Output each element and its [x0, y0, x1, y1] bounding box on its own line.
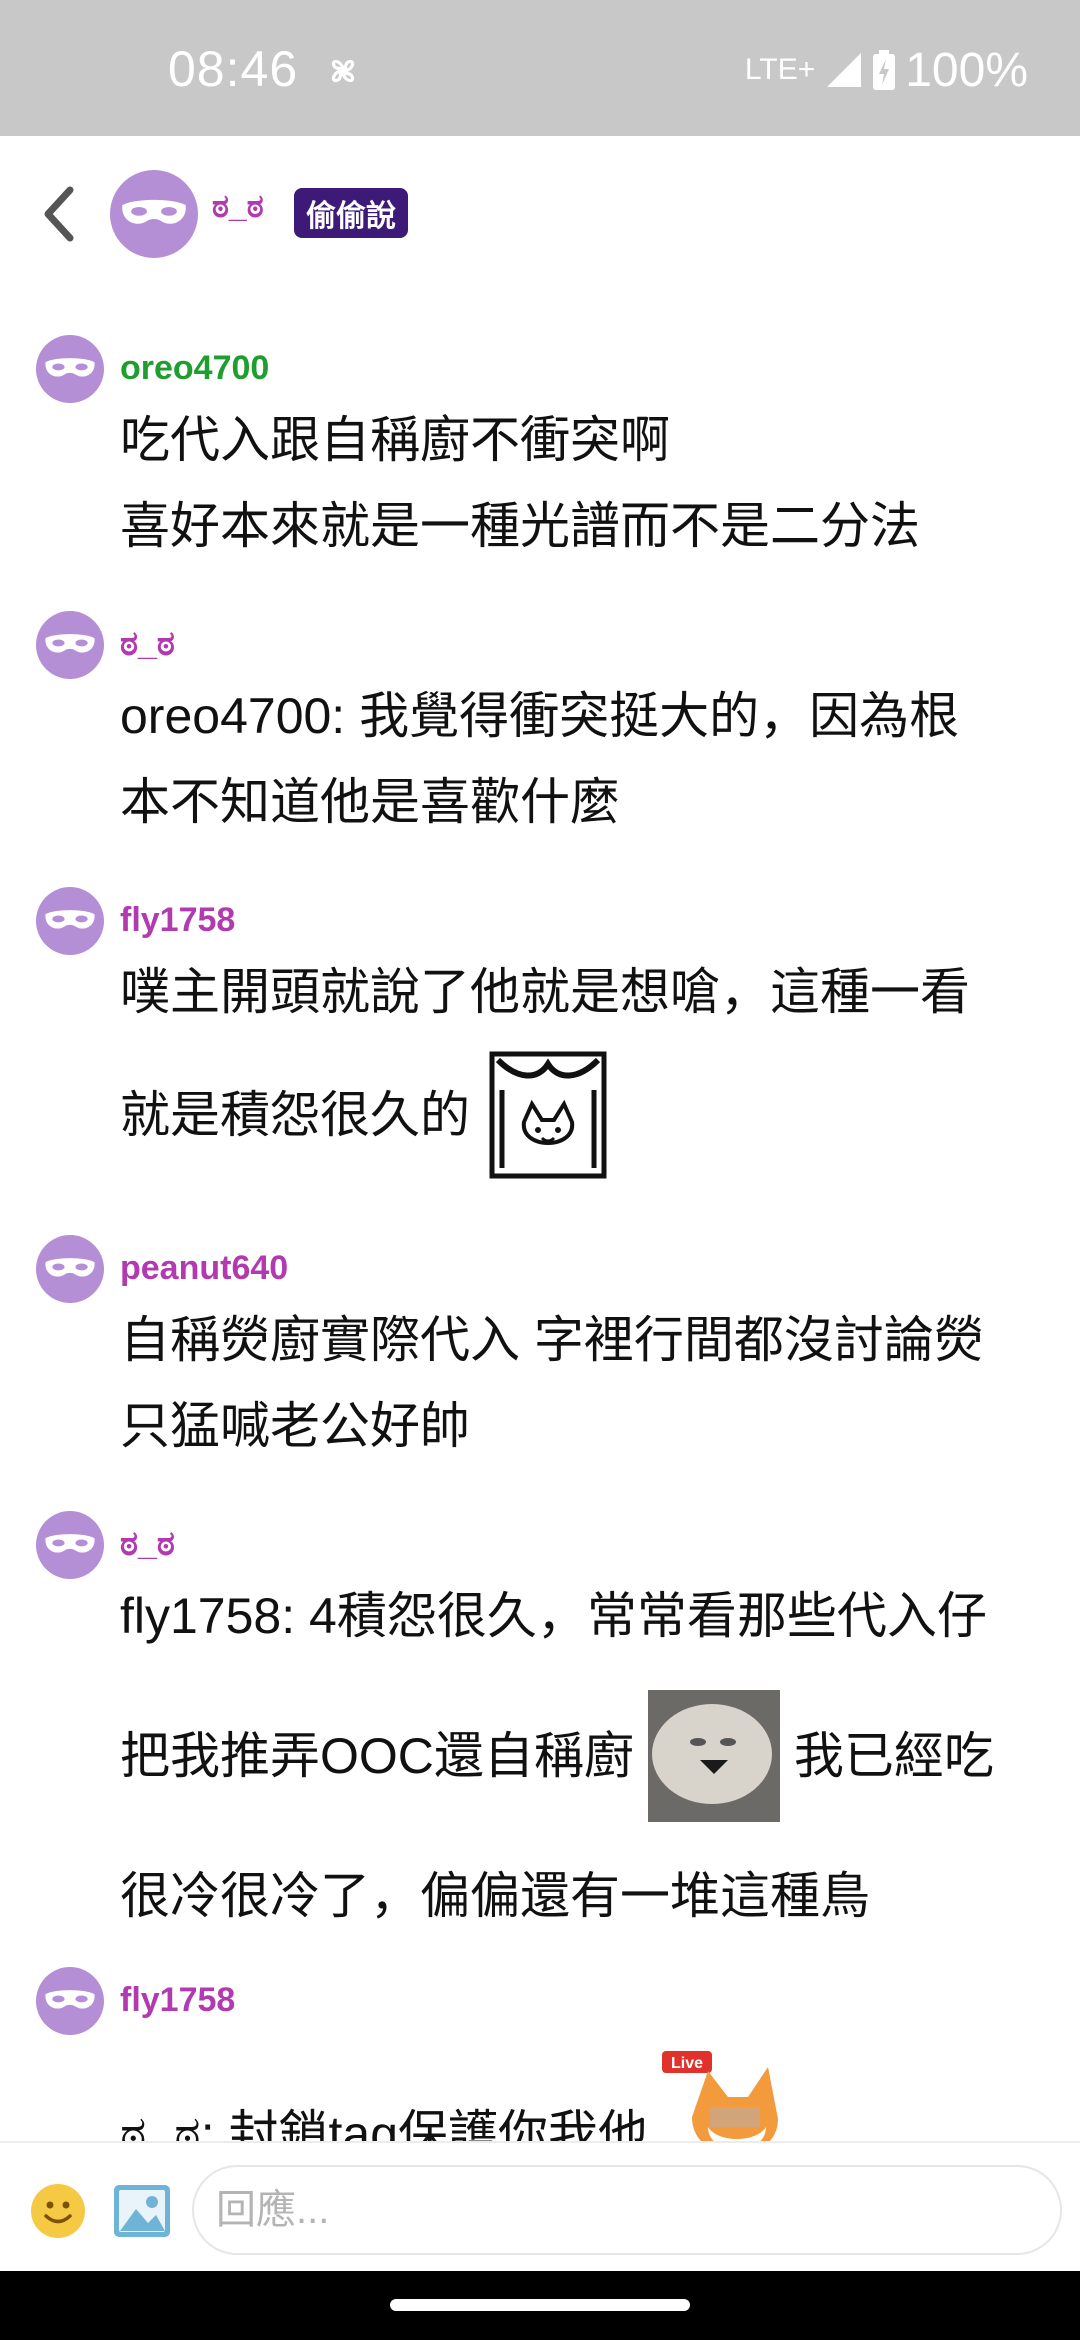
- response-line: 把我推弄OOC還自稱廚: [120, 1728, 634, 1784]
- response-text: ಠ_ಠ: 封鎖tag保護你我他 Live: [120, 2047, 1050, 2141]
- response-feed[interactable]: oreo4700 吃代入跟自稱廚不衝突啊 喜好本來就是一種光譜而不是二分法 ಠ_…: [0, 291, 1080, 2141]
- battery-icon: [873, 50, 896, 90]
- live-label: Live: [671, 2055, 703, 2072]
- response-line: 很冷很冷了，偏偏還有一堆這種鳥: [120, 1868, 870, 1924]
- bird-photo-sticker-icon[interactable]: [647, 1690, 780, 1822]
- response-line-with-sticker: 就是積怨很久的: [120, 1035, 1050, 1195]
- fox-live-sticker-icon[interactable]: Live: [662, 2047, 792, 2141]
- status-bar: 08:46 LTE+ 100%: [0, 0, 1080, 136]
- response-item: ಠ_ಠ oreo4700: 我覺得衝突挺大的，因為根 本不知道他是喜歡什麼: [0, 611, 1080, 851]
- emoji-icon[interactable]: [30, 2183, 86, 2239]
- response-text: 自稱熒廚實際代入 字裡行間都沒討論熒 只猛喊老公好帥: [120, 1297, 1050, 1469]
- response-line: fly1758: 4積怨很久，常常看那些代入仔: [120, 1588, 987, 1644]
- mask-avatar-icon: [36, 1511, 104, 1579]
- chevron-left-icon: [44, 186, 74, 242]
- response-username[interactable]: fly1758: [120, 1981, 235, 2020]
- response-username[interactable]: ಠ_ಠ: [120, 1525, 175, 1564]
- response-item: fly1758 噗主開頭就說了他就是想嗆，這種一看 就是積怨很久的: [0, 887, 1080, 1217]
- home-gesture-handle[interactable]: [390, 2299, 690, 2311]
- response-line-with-sticker: 把我推弄OOC還自稱廚 我已經吃: [120, 1659, 1050, 1853]
- chat-header: ಠ_ಠ 偷偷說: [0, 136, 1080, 291]
- response-item: oreo4700 吃代入跟自稱廚不衝突啊 喜好本來就是一種光譜而不是二分法: [0, 335, 1080, 575]
- response-text: oreo4700: 我覺得衝突挺大的，因為根 本不知道他是喜歡什麼: [120, 673, 1050, 845]
- response-line: 我已經吃: [793, 1728, 994, 1784]
- anonymous-badge: 偷偷說: [294, 188, 408, 238]
- response-text: 噗主開頭就說了他就是想嗆，這種一看 就是積怨很久的: [120, 949, 1050, 1195]
- image-upload-icon[interactable]: [112, 2183, 172, 2239]
- mask-avatar-icon: [36, 887, 104, 955]
- battery-percent: 100%: [905, 43, 1028, 97]
- mask-avatar-icon: [36, 1967, 104, 2035]
- mask-avatar-icon: [36, 1235, 104, 1303]
- response-username[interactable]: fly1758: [120, 901, 235, 940]
- navigation-bar: [0, 2271, 1080, 2340]
- response-username[interactable]: peanut640: [120, 1249, 288, 1288]
- response-line: ಠ_ಠ: 封鎖tag保護你我他: [120, 2106, 648, 2141]
- response-line: 喜好本來就是一種光譜而不是二分法: [120, 498, 920, 554]
- reply-input[interactable]: [192, 2165, 1062, 2255]
- response-username[interactable]: ಠ_ಠ: [120, 625, 175, 664]
- response-line: 本不知道他是喜歡什麼: [120, 774, 620, 830]
- response-item: fly1758 ಠ_ಠ: 封鎖tag保護你我他 Live: [0, 1967, 1080, 2141]
- response-line-with-sticker: ಠ_ಠ: 封鎖tag保護你我他 Live: [120, 2047, 1050, 2141]
- response-item: ಠ_ಠ fly1758: 4積怨很久，常常看那些代入仔 把我推弄OOC還自稱廚 …: [0, 1511, 1080, 1971]
- mask-avatar-icon: [36, 335, 104, 403]
- response-item: peanut640 自稱熒廚實際代入 字裡行間都沒討論熒 只猛喊老公好帥: [0, 1235, 1080, 1475]
- reply-bar: [0, 2141, 1080, 2271]
- response-line: 只猛喊老公好帥: [120, 1398, 470, 1454]
- header-username[interactable]: ಠ_ಠ: [212, 188, 264, 226]
- response-line: 自稱熒廚實際代入 字裡行間都沒討論熒: [120, 1312, 984, 1368]
- fan-icon: [331, 59, 355, 83]
- network-type: LTE+: [744, 53, 816, 86]
- status-indicators: LTE+ 100%: [745, 40, 1028, 100]
- response-text: 吃代入跟自稱廚不衝突啊 喜好本來就是一種光譜而不是二分法: [120, 397, 1050, 569]
- response-line: 噗主開頭就說了他就是想嗆，這種一看: [120, 964, 970, 1020]
- status-time: 08:46: [168, 41, 299, 97]
- cat-sticker-icon[interactable]: [488, 1050, 608, 1180]
- response-text: fly1758: 4積怨很久，常常看那些代入仔 把我推弄OOC還自稱廚 我已經吃…: [120, 1573, 1050, 1939]
- response-line: 就是積怨很久的: [120, 1087, 470, 1143]
- signal-icon: [827, 53, 862, 87]
- response-line: 吃代入跟自稱廚不衝突啊: [120, 412, 670, 468]
- response-line: oreo4700: 我覺得衝突挺大的，因為根: [120, 688, 960, 744]
- back-button[interactable]: [30, 176, 86, 252]
- mask-avatar-icon: [36, 611, 104, 679]
- mask-avatar-icon[interactable]: [110, 170, 198, 258]
- response-username[interactable]: oreo4700: [120, 349, 269, 388]
